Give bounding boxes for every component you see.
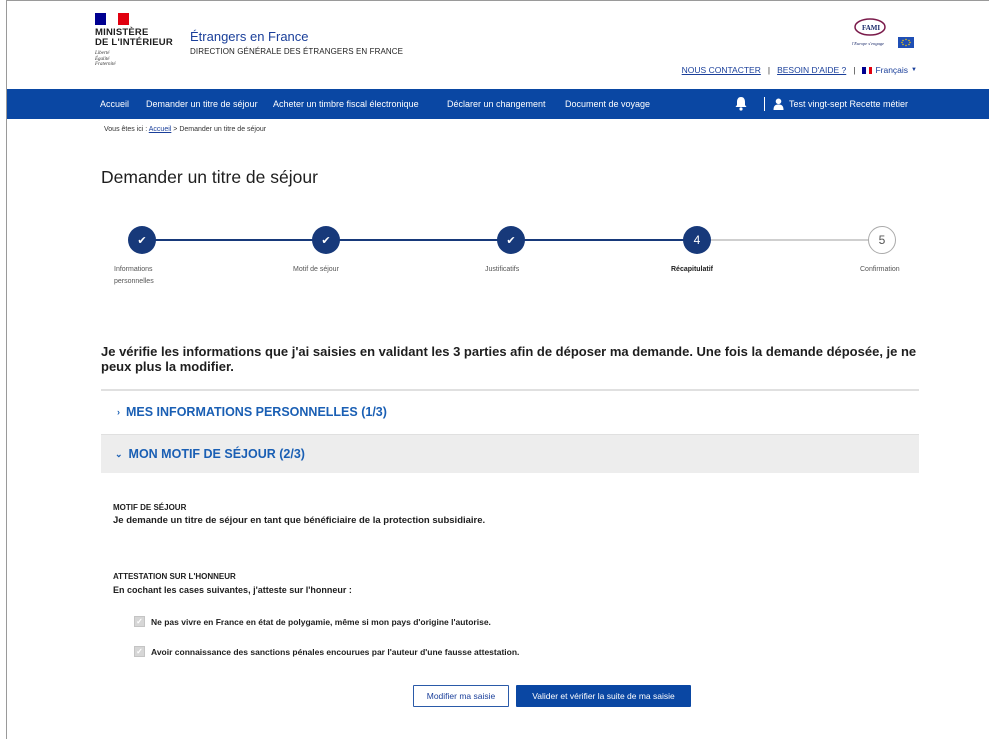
- step-1-check-icon: ✔: [128, 226, 156, 254]
- french-flag-icon: [862, 66, 873, 74]
- ministry-line2: DE L'INTÉRIEUR: [95, 37, 173, 48]
- nav-item-declarer-changement[interactable]: Déclarer un changement: [447, 99, 546, 109]
- motif-text: Je demande un titre de séjour en tant qu…: [113, 515, 486, 526]
- fami-text: FAMI: [862, 24, 880, 32]
- motto-fraternite: Fraternité: [95, 62, 116, 67]
- validate-button[interactable]: Valider et vérifier la suite de ma saisi…: [516, 685, 691, 707]
- attestation-checkbox-polygamie[interactable]: ✓ Ne pas vivre en France en état de poly…: [134, 616, 491, 627]
- step-1-label-line1: Informations: [114, 266, 153, 273]
- separator: |: [853, 65, 856, 75]
- fami-eu-logo: FAMI l'Europe s'engage: [850, 17, 918, 55]
- step-5-number: 5: [868, 226, 896, 254]
- main-nav: Accueil Demander un titre de séjour Ache…: [7, 89, 989, 119]
- attestation-checkbox-sanctions[interactable]: ✓ Avoir connaissance des sanctions pénal…: [134, 646, 519, 657]
- chevron-down-icon: ⌄: [115, 448, 123, 459]
- accordion-personal-info-title: MES INFORMATIONS PERSONNELLES (1/3): [126, 404, 387, 419]
- user-menu[interactable]: Test vingt-sept Recette métier: [773, 98, 908, 110]
- progress-stepper: ✔ ✔ ✔ 4 5 Informations personnelles Moti…: [7, 221, 989, 301]
- bell-icon[interactable]: [734, 96, 748, 113]
- caret-down-icon: ▼: [911, 67, 917, 73]
- motif-label: MOTIF DE SÉJOUR: [113, 503, 187, 512]
- help-link[interactable]: BESOIN D'AIDE ?: [777, 65, 846, 75]
- chevron-right-icon: ›: [117, 406, 120, 417]
- checkbox-checked-icon[interactable]: ✓: [134, 646, 145, 657]
- nav-item-timbre-fiscal[interactable]: Acheter un timbre fiscal électronique: [273, 99, 419, 109]
- accordion-personal-info[interactable]: › MES INFORMATIONS PERSONNELLES (1/3): [101, 392, 919, 431]
- motto: Liberté Égalité Fraternité: [95, 51, 173, 68]
- fami-tagline: l'Europe s'engage: [852, 41, 884, 46]
- step-5-label: Confirmation: [860, 266, 900, 273]
- step-2-label: Motif de séjour: [293, 266, 339, 273]
- breadcrumb-current: > Demander un titre de séjour: [173, 126, 267, 133]
- breadcrumb-prefix: Vous êtes ici :: [104, 126, 148, 133]
- separator: |: [767, 65, 771, 75]
- checkbox-checked-icon[interactable]: ✓: [134, 616, 145, 627]
- page-title: Demander un titre de séjour: [101, 167, 318, 187]
- ministry-logo[interactable]: MINISTÈRE DE L'INTÉRIEUR Liberté Égalité…: [95, 13, 173, 68]
- site-title[interactable]: Étrangers en France: [190, 29, 309, 44]
- attestation-label: ATTESTATION SUR L'HONNEUR: [113, 572, 236, 581]
- attestation-intro: En cochant les cases suivantes, j'attest…: [113, 585, 352, 595]
- accordion-motif-sejour[interactable]: ⌄ MON MOTIF DE SÉJOUR (2/3): [101, 434, 919, 473]
- user-icon: [773, 98, 784, 110]
- step-line-complete: [141, 239, 697, 241]
- step-1-label: Informations personnelles: [114, 264, 154, 288]
- step-2-check-icon: ✔: [312, 226, 340, 254]
- french-flag-icon: [95, 13, 129, 25]
- breadcrumb-home-link[interactable]: Accueil: [149, 126, 172, 133]
- ministry-name: MINISTÈRE DE L'INTÉRIEUR: [95, 28, 173, 48]
- divider: [101, 389, 919, 391]
- step-4-label: Récapitulatif: [671, 266, 714, 273]
- language-selector[interactable]: Français ▼: [862, 65, 917, 75]
- contact-link[interactable]: NOUS CONTACTER: [682, 65, 761, 75]
- step-4-number: 4: [683, 226, 711, 254]
- accordion-motif-sejour-title: MON MOTIF DE SÉJOUR (2/3): [128, 447, 305, 461]
- site-header: MINISTÈRE DE L'INTÉRIEUR Liberté Égalité…: [7, 1, 989, 89]
- language-label: Français: [875, 65, 909, 75]
- nav-item-accueil[interactable]: Accueil: [100, 99, 129, 109]
- nav-item-titre-sejour[interactable]: Demander un titre de séjour: [146, 99, 258, 109]
- step-3-label: Justificatifs: [485, 266, 520, 273]
- step-1-label-line2: personnelles: [114, 278, 154, 285]
- attestation-item-2: Avoir connaissance des sanctions pénales…: [151, 646, 520, 657]
- page-frame: MINISTÈRE DE L'INTÉRIEUR Liberté Égalité…: [6, 0, 989, 739]
- nav-item-document-voyage[interactable]: Document de voyage: [565, 99, 650, 109]
- top-links: NOUS CONTACTER | BESOIN D'AIDE ? | Franç…: [682, 65, 917, 75]
- attestation-item-1: Ne pas vivre en France en état de polyga…: [151, 616, 491, 627]
- modify-button[interactable]: Modifier ma saisie: [413, 685, 509, 707]
- user-name: Test vingt-sept Recette métier: [789, 99, 909, 109]
- intro-text: Je vérifie les informations que j'ai sai…: [101, 344, 917, 374]
- step-line-pending: [697, 239, 877, 241]
- nav-divider: [764, 97, 765, 111]
- breadcrumb: Vous êtes ici : Accueil > Demander un ti…: [104, 126, 266, 133]
- step-3-check-icon: ✔: [497, 226, 525, 254]
- site-subtitle: DIRECTION GÉNÉRALE DES ÉTRANGERS EN FRAN…: [190, 47, 404, 56]
